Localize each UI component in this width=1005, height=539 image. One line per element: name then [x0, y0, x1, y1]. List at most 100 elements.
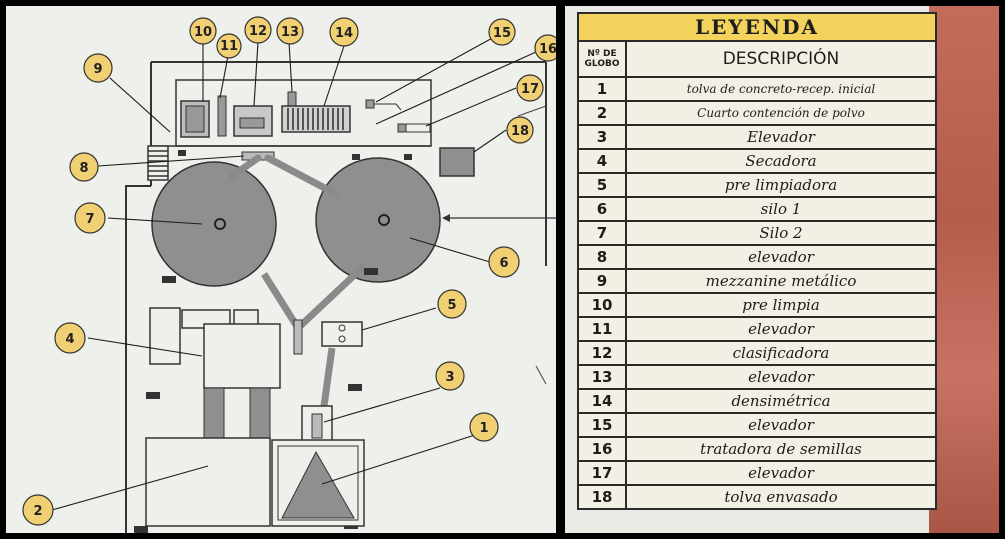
svg-text:5: 5	[447, 298, 456, 313]
table-row: 15 elevador	[577, 412, 937, 438]
table-row: 11 elevador	[577, 316, 937, 342]
brick-wall	[929, 6, 999, 533]
svg-text:13: 13	[281, 25, 299, 40]
elevator-15	[365, 99, 375, 109]
balloon-9: 9	[83, 53, 113, 83]
row-description: elevador	[625, 412, 937, 438]
svg-text:18: 18	[511, 124, 529, 139]
row-number: 18	[577, 484, 627, 510]
table-row: 18 tolva envasado	[577, 484, 937, 510]
table-row: 6 silo 1	[577, 196, 937, 222]
row-description: Silo 2	[625, 220, 937, 246]
row-number: 6	[577, 196, 627, 222]
balloon-17: 17	[516, 74, 544, 102]
column-header-number: Nº DE GLOBO	[577, 40, 627, 78]
conveyor-from-silos	[261, 263, 367, 332]
svg-text:6: 6	[499, 256, 508, 271]
balloon-1: 1	[469, 412, 499, 442]
row-number: 5	[577, 172, 627, 198]
svg-text:16: 16	[539, 42, 556, 57]
row-description: densimétrica	[625, 388, 937, 414]
table-row: 5 pre limpiadora	[577, 172, 937, 198]
column-header-description: DESCRIPCIÓN	[625, 40, 937, 78]
balloon-7: 7	[74, 202, 106, 234]
svg-text:14: 14	[335, 26, 353, 41]
row-number: 3	[577, 124, 627, 150]
table-row: 13 elevador	[577, 364, 937, 390]
svg-text:2: 2	[33, 504, 42, 519]
balloon-16: 16	[534, 34, 556, 62]
balloon-14: 14	[329, 17, 359, 47]
row-description: silo 1	[625, 196, 937, 222]
densimetrica-unit	[281, 105, 351, 133]
row-description: Cuarto contención de polvo	[625, 100, 937, 126]
row-number: 17	[577, 460, 627, 486]
row-description: clasificadora	[625, 340, 937, 366]
table-row: 7 Silo 2	[577, 220, 937, 246]
plant-layout-plan: 1 2 3 4 5 6 7 8 9 10 11 12 13 14 15 16 1…	[6, 6, 556, 533]
duct-right	[249, 387, 271, 443]
row-description: elevador	[625, 460, 937, 486]
row-number: 15	[577, 412, 627, 438]
row-description: tolva envasado	[625, 484, 937, 510]
svg-text:1: 1	[479, 421, 488, 436]
svg-text:17: 17	[521, 82, 539, 97]
row-description: elevador	[625, 316, 937, 342]
row-number: 4	[577, 148, 627, 174]
row-number: 8	[577, 244, 627, 270]
row-number: 12	[577, 340, 627, 366]
table-row: 17 elevador	[577, 460, 937, 486]
row-number: 10	[577, 292, 627, 318]
elevator-11	[217, 95, 227, 137]
table-row: 16 tratadora de semillas	[577, 436, 937, 462]
row-number: 13	[577, 364, 627, 390]
balloon-4: 4	[54, 322, 86, 354]
row-number: 14	[577, 388, 627, 414]
row-description: mezzanine metálico	[625, 268, 937, 294]
row-description: tolva de concreto-recep. inicial	[625, 76, 937, 102]
svg-text:7: 7	[85, 212, 94, 227]
balloon-5: 5	[437, 289, 467, 319]
conveyor-to-elevator-3	[320, 347, 336, 407]
elevator-17	[397, 123, 407, 133]
row-description: elevador	[625, 244, 937, 270]
legend-title: LEYENDA	[577, 12, 937, 42]
table-row: 14 densimétrica	[577, 388, 937, 414]
balloon-11: 11	[216, 33, 242, 59]
svg-text:4: 4	[65, 332, 74, 347]
balloon-2: 2	[22, 494, 54, 526]
table-row: 1 tolva de concreto-recep. inicial	[577, 76, 937, 102]
row-number: 16	[577, 436, 627, 462]
svg-text:15: 15	[493, 26, 511, 41]
legend-panel: LEYENDA Nº DE GLOBO DESCRIPCIÓN 1 tolva d…	[565, 6, 999, 533]
svg-text:9: 9	[93, 62, 102, 77]
balloon-10: 10	[189, 17, 217, 45]
balloon-6: 6	[488, 246, 520, 278]
svg-text:12: 12	[249, 24, 267, 39]
row-number: 1	[577, 76, 627, 102]
balloon-18: 18	[506, 116, 534, 144]
table-row: 2 Cuarto contención de polvo	[577, 100, 937, 126]
stairs	[147, 145, 169, 181]
balloon-12: 12	[244, 16, 272, 44]
row-number: 9	[577, 268, 627, 294]
row-description: Elevador	[625, 124, 937, 150]
row-number: 11	[577, 316, 627, 342]
secadora	[149, 307, 281, 389]
table-row: 9 mezzanine metálico	[577, 268, 937, 294]
dust-containment-room	[145, 437, 271, 527]
duct-left	[203, 387, 225, 443]
row-description: Secadora	[625, 148, 937, 174]
svg-text:10: 10	[194, 25, 212, 40]
svg-text:3: 3	[445, 370, 454, 385]
plan-drawing: 1 2 3 4 5 6 7 8 9 10 11 12 13 14 15 16 1…	[22, 16, 556, 533]
row-number: 2	[577, 100, 627, 126]
balloon-3: 3	[435, 361, 465, 391]
table-row: 10 pre limpia	[577, 292, 937, 318]
row-description: pre limpiadora	[625, 172, 937, 198]
row-description: tratadora de semillas	[625, 436, 937, 462]
legend-table: LEYENDA Nº DE GLOBO DESCRIPCIÓN 1 tolva d…	[577, 12, 937, 510]
row-description: pre limpia	[625, 292, 937, 318]
balloon-8: 8	[69, 152, 99, 182]
table-row: 12 clasificadora	[577, 340, 937, 366]
